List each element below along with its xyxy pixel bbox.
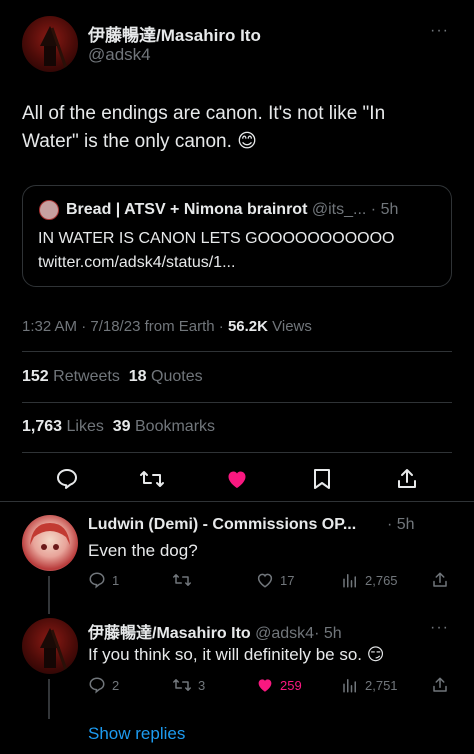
reply2-author-name[interactable]: 伊藤暢達/Masahiro Ito [88,625,251,642]
retweets-label: Retweets [53,368,120,385]
reply2-handle[interactable]: @adsk4 [255,625,314,642]
reply2-avatar[interactable] [22,618,78,674]
smile-emoji: 😊 [237,131,257,152]
like-heart-icon[interactable] [225,467,249,496]
reply2-like-button[interactable]: 259 [256,676,302,694]
reply2-views-button[interactable]: 2,751 [341,676,398,694]
reply1-author-name[interactable]: Ludwin (Demi) - Commissions OP... [88,516,356,534]
reply2-reply-count: 2 [112,677,120,693]
author-handle[interactable]: @adsk4 [88,45,151,65]
reply2-text-content: If you think so, it will definitely be s… [88,645,363,664]
show-replies-link[interactable]: Show replies [88,724,185,744]
views-count: 56.2K [227,318,268,335]
tweet-text: All of the endings are canon. It's not l… [22,100,442,156]
views-label: Views [267,318,312,335]
share-icon[interactable] [395,467,419,496]
reply1-retweet-button[interactable] [172,571,198,589]
thread-line [48,679,50,719]
views-bar-chart-icon [343,679,356,693]
reply1-avatar[interactable] [22,515,78,571]
reply1-reply-button[interactable]: 1 [88,571,119,589]
author-name[interactable]: 伊藤暢達/Masahiro Ito [88,21,261,46]
reply-icon [89,677,105,694]
more-options-icon[interactable]: ··· [430,22,449,40]
reply2-retweet-count: 3 [198,677,206,693]
reply2-more-options-icon[interactable]: ··· [430,619,449,637]
quotes-label: Quotes [151,368,203,385]
tweet-meta: 1:32 AM · 7/18/23 from Earth · 56.2K Vie… [22,318,312,335]
anime-character-icon [30,523,70,550]
reply2-reply-button[interactable]: 2 [88,676,119,694]
likes-stat[interactable]: 1,763 Likes [22,418,104,435]
retweet-quote-stats: 152 Retweets 18 Quotes [22,368,203,386]
reply1-like-button[interactable]: 17 [256,571,294,589]
bookmarks-stat[interactable]: 39 Bookmarks [113,418,215,435]
retweet-icon [173,679,191,691]
quote-time: · 5h [370,201,399,218]
smirk-emoji: 😏 [366,645,385,664]
retweet-icon[interactable] [139,467,165,496]
reply2-time[interactable]: · 5h [314,625,342,642]
reply1-like-count: 17 [280,572,295,588]
quote-author-name: Bread | ATSV + Nimona brainrot [66,201,308,218]
thread-line [48,576,50,614]
reply2-view-count: 2,751 [365,677,398,693]
views-bar-chart-icon [343,574,356,588]
quoted-tweet-card[interactable]: Bread | ATSV + Nimona brainrot @its_... … [22,185,452,287]
quote-handle: @its_... [311,201,367,218]
bookmarks-label: Bookmarks [135,418,216,435]
like-bookmark-stats: 1,763 Likes 39 Bookmarks [22,418,215,436]
reply1-share-icon[interactable] [431,571,449,594]
reply2-text: If you think so, it will definitely be s… [88,645,385,665]
reply2-header: 伊藤暢達/Masahiro Ito @adsk4· 5h [88,619,342,643]
quote-text: IN WATER IS CANON LETS GOOOOOOOOOOO [38,230,395,247]
reply2-like-count: 259 [280,677,302,693]
pyramid-head-figure-icon [40,26,68,69]
pyramid-head-figure-icon [40,628,68,671]
reply-icon[interactable] [55,467,79,496]
reply1-views-button[interactable]: 2,765 [341,571,398,589]
tweet-text-content: All of the endings are canon. It's not l… [22,103,386,152]
heart-icon [258,679,272,692]
bookmarks-count: 39 [112,418,131,435]
reply1-reply-count: 1 [112,572,120,588]
reply-icon [89,572,105,589]
quotes-count: 18 [128,368,147,385]
likes-label: Likes [66,418,104,435]
quote-author-avatar [39,200,59,220]
reply1-view-count: 2,765 [365,572,398,588]
retweets-count: 152 [22,368,49,385]
heart-icon [257,573,273,588]
author-avatar[interactable] [22,16,78,72]
quote-header: Bread | ATSV + Nimona brainrot @its_... … [66,201,398,219]
reply1-text: Even the dog? [88,541,198,560]
retweets-stat[interactable]: 152 Retweets [22,368,120,385]
reply2-share-icon[interactable] [431,676,449,699]
retweet-icon [173,574,191,586]
tweet-timestamp[interactable]: 1:32 AM · 7/18/23 from Earth · [22,318,228,335]
quote-link[interactable]: twitter.com/adsk4/status/1... [38,254,235,272]
quotes-stat[interactable]: 18 Quotes [129,368,203,385]
bookmark-icon[interactable] [311,467,333,496]
reply2-retweet-button[interactable]: 3 [172,676,205,694]
reply1-time[interactable]: · 5h [387,516,415,534]
likes-count: 1,763 [22,418,63,435]
